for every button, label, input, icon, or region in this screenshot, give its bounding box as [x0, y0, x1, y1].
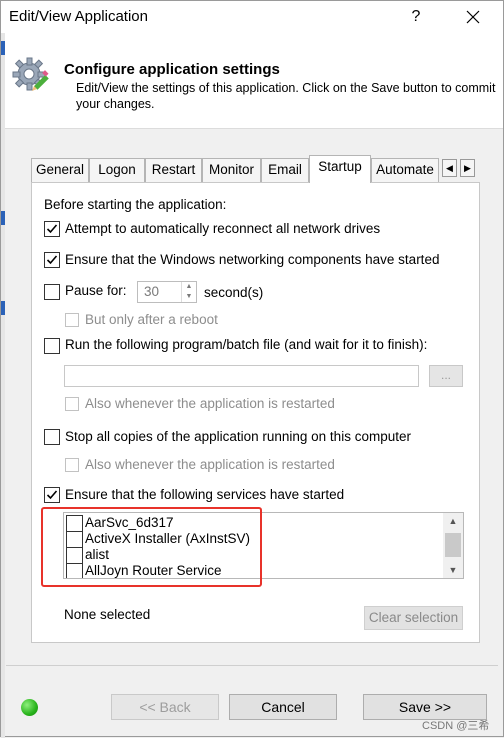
run-on-restart-checkbox[interactable] — [65, 397, 79, 411]
footer-divider — [6, 665, 498, 666]
tab-general[interactable]: General — [31, 158, 89, 182]
stop-copies-checkbox[interactable] — [44, 429, 60, 445]
stop-on-restart-label: Also whenever the application is restart… — [85, 457, 335, 472]
after-reboot-checkbox[interactable] — [65, 313, 79, 327]
tab-scroll-right-button[interactable]: ▶ — [460, 159, 475, 177]
back-button[interactable]: << Back — [111, 694, 219, 720]
help-button[interactable]: ? — [401, 1, 431, 33]
run-program-checkbox[interactable] — [44, 338, 60, 354]
run-program-label: Run the following program/batch file (an… — [65, 337, 428, 352]
tab-startup[interactable]: Startup — [309, 155, 371, 183]
ensure-services-checkbox[interactable] — [44, 487, 60, 503]
arrow-left-icon: ◀ — [446, 163, 453, 173]
reconnect-drives-checkbox[interactable] — [44, 221, 60, 237]
ensure-networking-checkbox[interactable] — [44, 252, 60, 268]
tab-automate[interactable]: Automate — [371, 158, 439, 182]
checkmark-icon — [46, 255, 58, 265]
highlight-annotation — [41, 507, 262, 587]
pause-checkbox[interactable] — [44, 284, 60, 300]
selection-status: None selected — [64, 607, 151, 622]
tab-monitor[interactable]: Monitor — [202, 158, 261, 182]
clear-selection-button[interactable]: Clear selection — [364, 606, 463, 630]
watermark-text: CSDN @三希 — [422, 720, 490, 732]
ensure-services-label: Ensure that the following services have … — [65, 487, 345, 502]
tab-email[interactable]: Email — [261, 158, 309, 182]
pause-seconds-spinner[interactable]: ▲ ▼ — [181, 282, 196, 302]
close-button[interactable] — [453, 1, 493, 33]
title-bar: Edit/View Application ? — [1, 1, 503, 33]
close-icon — [466, 10, 480, 24]
scroll-thumb[interactable] — [445, 533, 461, 557]
application-dialog: Edit/View Application ? Configure applic… — [0, 0, 504, 738]
stop-copies-label: Stop all copies of the application runni… — [65, 429, 411, 444]
tab-scroll-left-button[interactable]: ◀ — [442, 159, 457, 177]
tab-restart[interactable]: Restart — [145, 158, 202, 182]
checkmark-icon — [46, 224, 58, 234]
arrow-right-icon: ▶ — [464, 163, 471, 173]
tab-logon[interactable]: Logon — [89, 158, 145, 182]
before-starting-label: Before starting the application: — [44, 197, 227, 212]
services-scrollbar[interactable]: ▲ ▼ — [443, 513, 463, 578]
stop-on-restart-checkbox[interactable] — [65, 458, 79, 472]
after-reboot-label: But only after a reboot — [85, 312, 218, 327]
cancel-button[interactable]: Cancel — [229, 694, 337, 720]
program-path-input[interactable] — [64, 365, 419, 387]
spin-up-icon: ▲ — [181, 282, 196, 292]
header-title: Configure application settings — [64, 61, 280, 78]
settings-gear-icon — [11, 56, 51, 99]
status-indicator-icon — [21, 699, 38, 716]
pause-label: Pause for: — [65, 283, 127, 298]
ensure-networking-label: Ensure that the Windows networking compo… — [65, 252, 440, 267]
pause-unit-label: second(s) — [204, 285, 264, 300]
scroll-down-icon[interactable]: ▼ — [443, 562, 463, 578]
spin-down-icon: ▼ — [181, 292, 196, 302]
background-window-strip — [1, 33, 5, 738]
run-on-restart-label: Also whenever the application is restart… — [85, 396, 335, 411]
browse-button[interactable]: ... — [429, 365, 463, 387]
window-title: Edit/View Application — [9, 8, 148, 25]
scroll-up-icon[interactable]: ▲ — [443, 513, 463, 529]
checkmark-icon — [46, 490, 58, 500]
reconnect-drives-label: Attempt to automatically reconnect all n… — [65, 221, 381, 236]
header-description: Edit/View the settings of this applicati… — [76, 81, 496, 111]
